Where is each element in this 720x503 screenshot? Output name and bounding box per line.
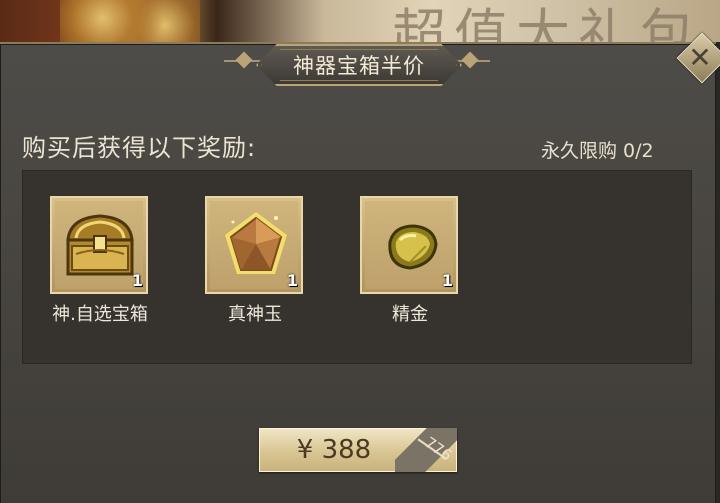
close-button[interactable]: ✕ xyxy=(676,32,720,84)
reward-item[interactable]: 1 真神玉 xyxy=(205,196,305,325)
banner-decoration xyxy=(60,0,200,46)
dialog-edge xyxy=(716,42,720,503)
reward-panel: 1 神.自选宝箱 1 真神玉 1 精金 xyxy=(22,170,692,364)
reward-slot: 1 xyxy=(360,196,458,294)
plaque-diamond-right xyxy=(461,51,479,69)
item-count: 1 xyxy=(286,271,298,290)
dialog-title: 神器宝箱半价 xyxy=(293,54,425,78)
reward-item[interactable]: 1 精金 xyxy=(360,196,460,325)
item-name: 神.自选宝箱 xyxy=(52,304,148,325)
item-name: 精金 xyxy=(392,304,428,325)
item-count: 1 xyxy=(131,271,143,290)
reward-slot: 1 xyxy=(50,196,148,294)
treasure-chest-icon xyxy=(66,214,134,276)
plaque-diamond-left xyxy=(235,51,253,69)
reward-slot: 1 xyxy=(205,196,303,294)
item-count: 1 xyxy=(441,271,453,290)
item-name: 真神玉 xyxy=(228,304,282,325)
purchase-limit: 永久限购 0/2 xyxy=(541,140,654,162)
reward-heading: 购买后获得以下奖励: xyxy=(22,134,257,162)
buy-button[interactable]: ¥ 388 776 xyxy=(259,428,457,472)
title-plaque: 神器宝箱半价 xyxy=(224,42,490,86)
gold-ore-icon xyxy=(388,224,438,270)
reward-item[interactable]: 1 神.自选宝箱 xyxy=(50,196,150,325)
close-icon: ✕ xyxy=(688,41,712,74)
game-screen: 超值大礼包 神器宝箱半价 ✕ 购买后获得以下奖励: 永久限购 0/2 1 神.自… xyxy=(0,0,720,503)
title-frame: 神器宝箱半价 xyxy=(256,44,462,86)
pentagon-gem-icon xyxy=(225,212,287,274)
price-label: ¥ 388 xyxy=(296,435,372,465)
